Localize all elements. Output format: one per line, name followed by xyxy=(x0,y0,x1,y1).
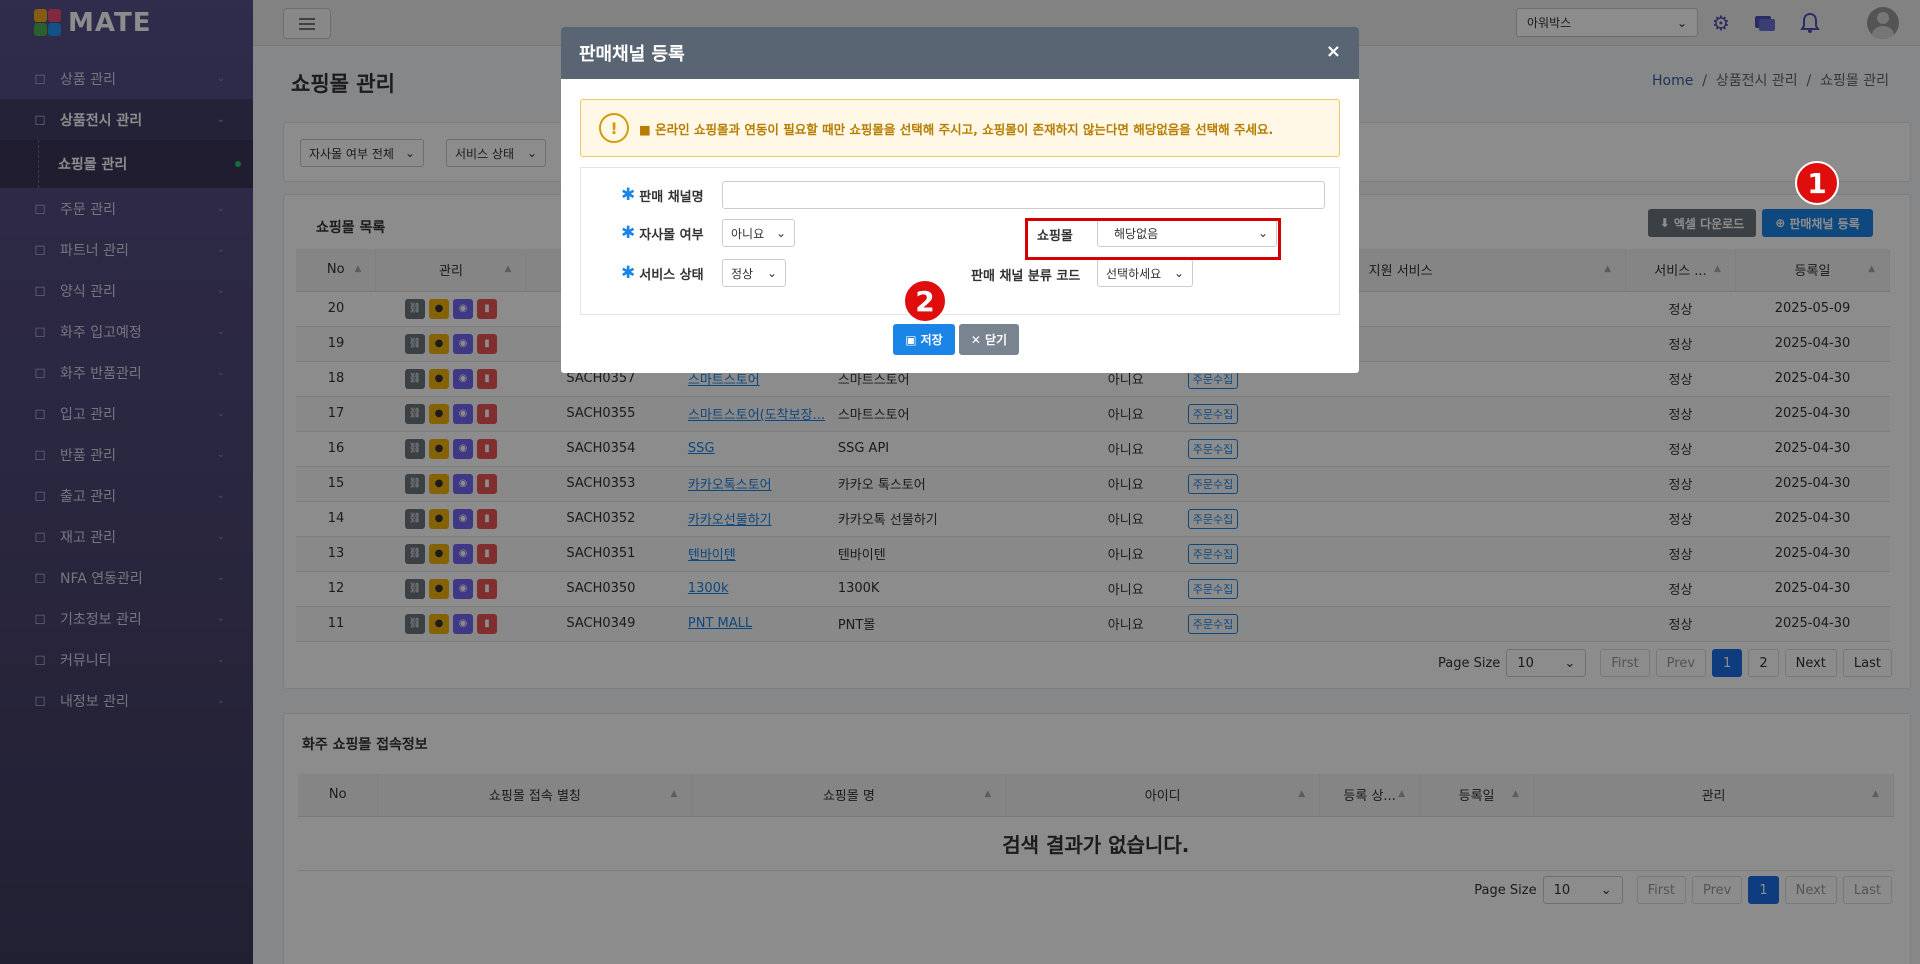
category-code-label: 판매 채널 분류 코드 xyxy=(971,269,1081,284)
close-label: 닫기 xyxy=(984,333,1008,347)
category-code-select[interactable]: 선택하세요 ⌄ xyxy=(1097,259,1193,287)
chevron-down-icon: ⌄ xyxy=(1173,266,1184,280)
chevron-down-icon: ⌄ xyxy=(775,226,786,240)
modal-title: 판매채널 등록 xyxy=(579,44,685,65)
modal-header: 판매채널 등록 × xyxy=(561,27,1359,79)
service-status-select[interactable]: 정상 ⌄ xyxy=(722,259,786,287)
notice-box: ! ■ 온라인 쇼핑몰과 연동이 필요할 때만 쇼핑몰을 선택해 주시고, 쇼핑… xyxy=(580,99,1340,157)
mall-highlight-box xyxy=(1025,218,1281,260)
close-button[interactable]: ✕ 닫기 xyxy=(959,324,1019,355)
warning-icon: ! xyxy=(599,113,629,143)
own-mall-label: ✱ 자사몰 여부 xyxy=(621,223,704,243)
x-icon: ✕ xyxy=(970,332,981,347)
own-mall-select[interactable]: 아니요 ⌄ xyxy=(722,219,795,247)
close-icon[interactable]: × xyxy=(1326,41,1341,62)
chevron-down-icon: ⌄ xyxy=(766,266,777,280)
annotation-badge-2: 2 xyxy=(903,279,947,323)
notice-text: ■ 온라인 쇼핑몰과 연동이 필요할 때만 쇼핑몰을 선택해 주시고, 쇼핑몰이… xyxy=(639,121,1274,137)
channel-name-input[interactable] xyxy=(722,181,1325,209)
save-icon: ▣ xyxy=(905,332,917,347)
annotation-badge-1: 1 xyxy=(1795,161,1839,205)
service-status-label: ✱ 서비스 상태 xyxy=(621,263,704,283)
save-button[interactable]: ▣ 저장 xyxy=(893,324,955,355)
register-channel-modal: 판매채널 등록 × ! ■ 온라인 쇼핑몰과 연동이 필요할 때만 쇼핑몰을 선… xyxy=(561,27,1359,373)
channel-name-label: ✱ 판매 채널명 xyxy=(621,185,704,205)
save-label: 저장 xyxy=(920,333,943,347)
